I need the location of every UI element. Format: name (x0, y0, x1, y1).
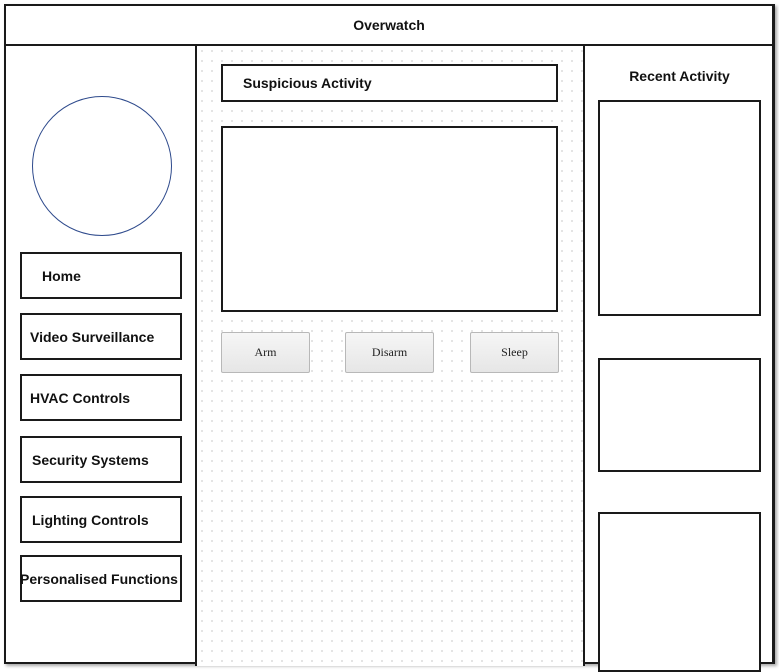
sidebar-item-video-surveillance[interactable]: Video Surveillance (20, 313, 182, 360)
app-window: Overwatch Home Video Surveillance HVAC C… (4, 4, 775, 672)
sidebar: Home Video Surveillance HVAC Controls Se… (6, 46, 197, 666)
sidebar-item-label: Video Surveillance (30, 328, 155, 345)
sidebar-item-label: HVAC Controls (30, 389, 131, 406)
app-title: Overwatch (6, 6, 772, 46)
recent-activity-item[interactable] (598, 358, 761, 472)
sidebar-item-hvac-controls[interactable]: HVAC Controls (20, 374, 182, 421)
sidebar-item-lighting-controls[interactable]: Lighting Controls (20, 496, 182, 543)
recent-activity-item[interactable] (598, 512, 761, 672)
main-panel: Suspicious Activity Arm Disarm Sleep (197, 46, 585, 666)
sidebar-item-label: Security Systems (32, 451, 149, 468)
sidebar-item-label: Personalised Functions (20, 570, 178, 587)
section-title: Suspicious Activity (221, 64, 558, 102)
disarm-button[interactable]: Disarm (345, 332, 434, 373)
sidebar-item-label: Home (42, 267, 81, 284)
sidebar-item-security-systems[interactable]: Security Systems (20, 436, 182, 483)
recent-activity-item[interactable] (598, 100, 761, 316)
avatar[interactable] (32, 96, 172, 236)
sidebar-item-home[interactable]: Home (20, 252, 182, 299)
arm-button[interactable]: Arm (221, 332, 310, 373)
recent-activity-panel: Recent Activity (585, 46, 774, 672)
sidebar-item-label: Lighting Controls (32, 511, 149, 528)
sidebar-item-personalised-functions[interactable]: Personalised Functions (20, 555, 182, 602)
video-feed-panel (221, 126, 558, 312)
sleep-button[interactable]: Sleep (470, 332, 559, 373)
recent-activity-title: Recent Activity (629, 68, 730, 84)
